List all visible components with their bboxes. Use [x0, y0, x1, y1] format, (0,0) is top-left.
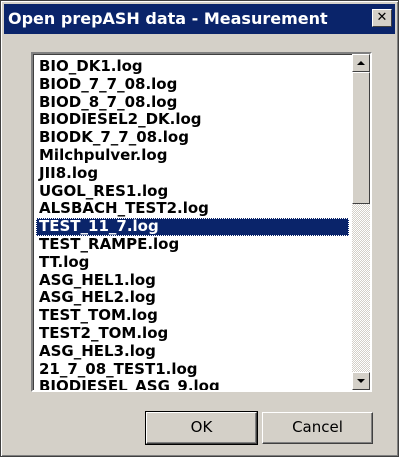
list-item-selected[interactable]: TEST_11_7.log [36, 218, 349, 236]
list-item[interactable]: ASG_HEL2.log [36, 289, 349, 307]
list-item[interactable]: TEST2_TOM.log [36, 325, 349, 343]
list-item[interactable]: TEST_RAMPE.log [36, 236, 349, 254]
close-button[interactable]: ✕ [372, 9, 392, 27]
list-item[interactable]: TT.log [36, 254, 349, 272]
file-list: BIO_DK1.log BIOD_7_7_08.log BIOD_8_7_08.lo… [36, 58, 349, 390]
list-item[interactable]: ASG_HEL1.log [36, 272, 349, 290]
vertical-scrollbar[interactable] [352, 54, 370, 390]
list-item[interactable]: BIO_DK1.log [36, 58, 349, 76]
title-bar[interactable]: Open prepASH data - Measurement ✕ [4, 4, 395, 34]
file-listbox[interactable]: BIO_DK1.log BIOD_7_7_08.log BIOD_8_7_08.lo… [31, 52, 372, 392]
list-item[interactable]: UGOL_RES1.log [36, 183, 349, 201]
list-item[interactable]: TEST_TOM.log [36, 307, 349, 325]
scroll-up-button[interactable] [352, 54, 370, 72]
list-item[interactable]: BIOD_8_7_08.log [36, 94, 349, 112]
list-item[interactable]: BIOD_7_7_08.log [36, 76, 349, 94]
close-icon: ✕ [376, 10, 388, 25]
down-arrow-icon [357, 379, 365, 383]
ok-button[interactable]: OK [145, 411, 258, 445]
list-item[interactable]: ASG_HEL3.log [36, 343, 349, 361]
scroll-down-button[interactable] [352, 372, 370, 390]
list-item[interactable]: 21_7_08_TEST1.log [36, 361, 349, 379]
list-item[interactable]: Milchpulver.log [36, 147, 349, 165]
dialog-window: Open prepASH data - Measurement ✕ BIO_DK… [0, 0, 399, 457]
scrollbar-thumb[interactable] [352, 72, 370, 204]
up-arrow-icon [357, 61, 365, 65]
list-item[interactable]: BIODK_7_7_08.log [36, 129, 349, 147]
list-item[interactable]: ALSBACH_TEST2.log [36, 200, 349, 218]
window-title: Open prepASH data - Measurement [8, 9, 328, 28]
list-item[interactable]: BIODIESEL2_DK.log [36, 111, 349, 129]
cancel-button[interactable]: Cancel [262, 412, 373, 444]
list-item[interactable]: BIODIESEL_ASG_9.log [36, 378, 349, 390]
list-item[interactable]: JII8.log [36, 165, 349, 183]
